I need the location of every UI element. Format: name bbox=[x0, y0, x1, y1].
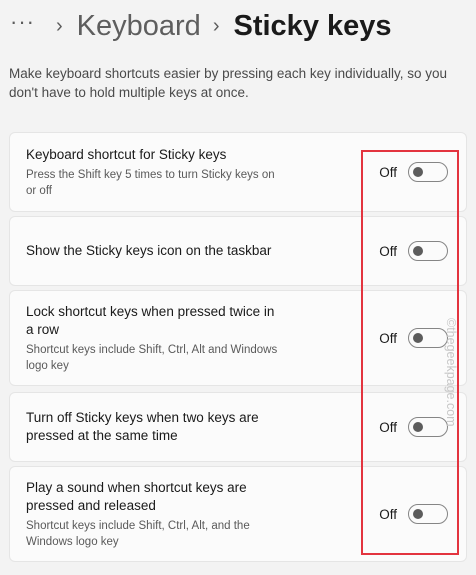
page-description: Make keyboard shortcuts easier by pressi… bbox=[9, 66, 447, 100]
toggle-knob bbox=[413, 333, 423, 343]
setting-title: Turn off Sticky keys when two keys are p… bbox=[26, 410, 259, 443]
setting-subtitle: Press the Shift key 5 times to turn Stic… bbox=[26, 168, 275, 197]
more-options-button[interactable]: ··· bbox=[10, 11, 44, 33]
lock-shortcut-keys-toggle[interactable] bbox=[408, 328, 448, 348]
setting-show-taskbar-icon[interactable]: Show the Sticky keys icon on the taskbar… bbox=[9, 216, 467, 286]
toggle-state-label: Off bbox=[379, 243, 397, 259]
chevron-right-icon: › bbox=[212, 14, 220, 37]
setting-play-sound[interactable]: Play a sound when shortcut keys are pres… bbox=[9, 466, 467, 562]
show-taskbar-icon-toggle[interactable] bbox=[408, 241, 448, 261]
play-sound-toggle[interactable] bbox=[408, 504, 448, 524]
setting-subtitle: Shortcut keys include Shift, Ctrl, Alt, … bbox=[26, 519, 250, 548]
setting-title: Lock shortcut keys when pressed twice in… bbox=[26, 303, 275, 337]
setting-subtitle: Shortcut keys include Shift, Ctrl, Alt a… bbox=[26, 343, 278, 372]
toggle-knob bbox=[413, 246, 423, 256]
toggle-knob bbox=[413, 422, 423, 432]
setting-title: Keyboard shortcut for Sticky keys bbox=[26, 146, 227, 162]
breadcrumb-keyboard-link[interactable]: Keyboard bbox=[77, 10, 201, 43]
toggle-state-label: Off bbox=[379, 419, 397, 435]
toggle-knob bbox=[413, 167, 423, 177]
turn-off-two-keys-toggle[interactable] bbox=[408, 417, 448, 437]
breadcrumb: ··· › Keyboard › Sticky keys bbox=[10, 6, 392, 46]
setting-lock-shortcut-keys[interactable]: Lock shortcut keys when pressed twice in… bbox=[9, 290, 467, 386]
keyboard-shortcut-toggle[interactable] bbox=[408, 162, 448, 182]
toggle-state-label: Off bbox=[379, 330, 397, 346]
setting-turn-off-two-keys[interactable]: Turn off Sticky keys when two keys are p… bbox=[9, 392, 467, 462]
setting-keyboard-shortcut[interactable]: Keyboard shortcut for Sticky keys Press … bbox=[9, 132, 467, 212]
setting-title: Play a sound when shortcut keys are pres… bbox=[26, 479, 247, 513]
page-title: Sticky keys bbox=[233, 9, 392, 42]
chevron-right-icon: › bbox=[56, 14, 63, 37]
watermark: ©thegeekpage.com bbox=[444, 318, 458, 427]
setting-title: Show the Sticky keys icon on the taskbar bbox=[26, 243, 272, 258]
toggle-state-label: Off bbox=[379, 506, 397, 522]
toggle-state-label: Off bbox=[379, 164, 397, 180]
toggle-knob bbox=[413, 509, 423, 519]
